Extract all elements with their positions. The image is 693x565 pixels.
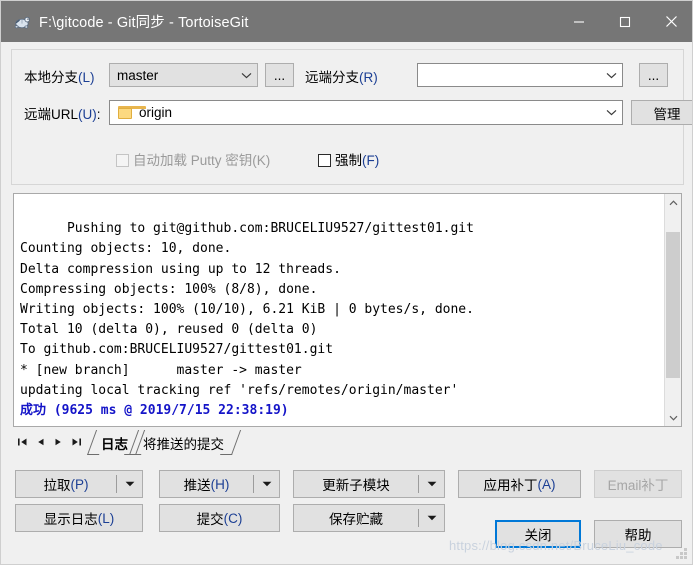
tab-label: 日志 [101,436,128,452]
autoload-putty-key-label: 自动加载 Putty 密钥(K) [133,153,271,168]
tortoisegit-sync-window: F:\gitcode - Git同步 - TortoiseGit 本地分支(L)… [0,0,693,565]
maximize-icon[interactable] [602,1,648,42]
local-branch-label: 本地分支(L) [24,70,95,85]
remote-url-label: 远端URL(U): [24,107,101,122]
first-icon[interactable] [13,431,31,453]
log-success-line: 成功 (9625 ms @ 2019/7/15 22:38:19) [20,403,289,419]
push-button-label: 推送 (H) [183,476,230,494]
checkbox-box [116,154,129,168]
tortoisegit-turtle-icon [13,13,31,31]
tab-list: 日志 将推送的提交 [87,430,242,456]
next-icon[interactable] [49,431,67,453]
chevron-down-icon [235,72,257,79]
log-output-panel[interactable]: Pushing to git@github.com:BRUCELIU9527/g… [13,193,682,427]
save-stash-split-button[interactable]: 保存贮藏 [293,504,445,532]
remote-branch-combo[interactable] [417,63,623,87]
update-submodule-dropdown-arrow-icon[interactable] [418,475,444,493]
tab-label: 将推送的提交 [143,436,224,452]
local-branch-combo[interactable]: master [109,63,258,87]
tab-strip: 日志 将推送的提交 [13,430,682,456]
log-lines: Pushing to git@github.com:BRUCELIU9527/g… [20,221,474,398]
update-submodule-split-button[interactable]: 更新子模块 [293,470,445,498]
show-log-button[interactable]: 显示日志 (L) [15,504,143,532]
scrollbar-thumb[interactable] [666,232,680,378]
email-patch-button: Email补丁 [594,470,682,498]
pull-split-button[interactable]: 拉取 (P) [15,470,143,498]
force-checkbox[interactable]: 强制(F) [318,154,379,168]
commit-button[interactable]: 提交 (C) [159,504,280,532]
push-dropdown-arrow-icon[interactable] [253,475,279,493]
pull-dropdown-arrow-icon[interactable] [116,475,142,493]
remote-url-value: origin [139,105,173,120]
window-controls [556,1,692,42]
log-output-text: Pushing to git@github.com:BRUCELIU9527/g… [20,199,660,426]
folder-icon [118,106,146,119]
local-branch-value: master [117,67,159,83]
resize-grip[interactable] [675,547,688,560]
last-icon[interactable] [67,431,85,453]
pull-button-label: 拉取 (P) [43,476,89,494]
save-stash-dropdown-arrow-icon[interactable] [418,509,444,527]
window-title: F:\gitcode - Git同步 - TortoiseGit [39,15,249,31]
update-submodule-label: 更新子模块 [322,478,390,493]
remote-branch-label: 远端分支(R) [305,70,378,85]
title-bar: F:\gitcode - Git同步 - TortoiseGit [1,1,692,42]
tab-outgoing-commits[interactable]: 将推送的提交 [129,430,242,455]
save-stash-label: 保存贮藏 [329,512,383,527]
watermark-text: https://blog.csdn.net/BruceLiu_code [449,538,663,553]
scroll-up-icon[interactable] [665,194,681,211]
apply-patch-button[interactable]: 应用补丁 (A) [458,470,581,498]
local-branch-browse-button[interactable]: ... [265,63,294,87]
scroll-down-icon[interactable] [665,409,681,426]
close-icon[interactable] [648,1,692,42]
minimize-icon[interactable] [556,1,602,42]
chevron-down-icon [600,109,622,116]
chevron-down-icon [600,72,622,79]
log-scrollbar[interactable] [664,194,681,426]
force-label: 强制(F) [335,153,380,168]
checkbox-box [318,154,331,168]
push-split-button[interactable]: 推送 (H) [159,470,280,498]
sync-settings-group: 本地分支(L) master ... 远端分支(R) ... 远端URL(U): [11,49,692,185]
remote-branch-browse-button[interactable]: ... [639,63,668,87]
autoload-putty-key-checkbox[interactable]: 自动加载 Putty 密钥(K) [116,154,270,168]
manage-remotes-button[interactable]: 管理 [631,100,692,125]
prev-icon[interactable] [31,431,49,453]
remote-url-combo[interactable]: origin [109,100,623,125]
tab-nav-buttons [13,430,85,454]
